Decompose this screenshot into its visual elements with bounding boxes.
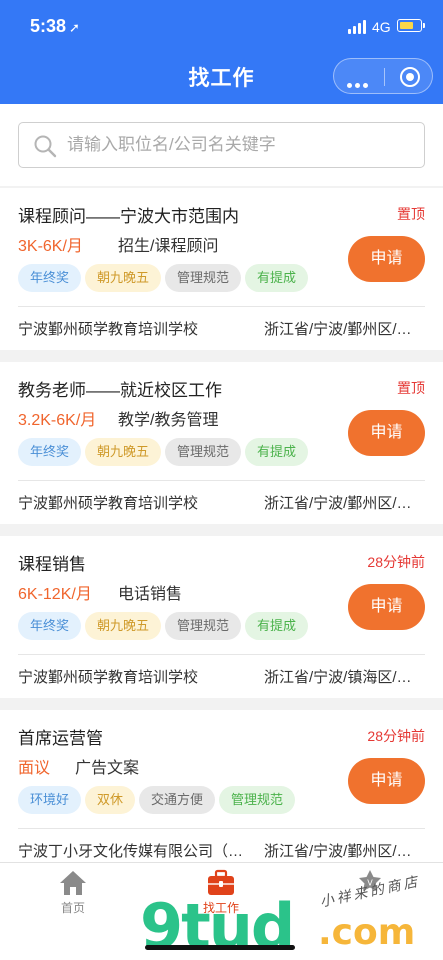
company-name: 宁波鄞州硕学教育培训学校 xyxy=(18,669,199,686)
apply-button[interactable]: 申请 xyxy=(348,758,425,804)
job-category: 电话销售 xyxy=(118,586,183,603)
job-tag: 管理规范 xyxy=(165,264,242,292)
search-input[interactable] xyxy=(67,123,407,167)
apply-button[interactable]: 申请 xyxy=(348,584,425,630)
job-category: 招生/课程顾问 xyxy=(118,238,219,255)
job-tag: 管理规范 xyxy=(165,612,242,640)
home-indicator xyxy=(145,945,295,950)
capsule-divider xyxy=(384,68,385,86)
network-type: 4G xyxy=(372,19,391,35)
job-location: 浙江省/宁波/鄞州区/… xyxy=(264,321,412,338)
time-text: 5:38 xyxy=(30,16,67,36)
job-tag: 管理规范 xyxy=(165,438,242,466)
job-tags: 年终奖 朝九晚五 管理规范 有提成 xyxy=(18,438,312,466)
job-tag: 双休 xyxy=(85,786,136,814)
job-tag: 有提成 xyxy=(245,612,309,640)
home-icon xyxy=(60,871,86,895)
job-salary: 3.2K-6K/月 xyxy=(18,412,97,429)
company-name: 宁波鄞州硕学教育培训学校 xyxy=(18,495,199,512)
location-arrow-icon: ➚ xyxy=(69,20,80,35)
job-tag: 管理规范 xyxy=(219,786,296,814)
job-tag: 年终奖 xyxy=(18,264,82,292)
company-name: 宁波鄞州硕学教育培训学校 xyxy=(18,321,199,338)
star-badge-icon: V xyxy=(359,870,381,891)
status-time: 5:38 ➚ xyxy=(30,16,80,37)
battery-icon xyxy=(397,19,425,32)
tab-label: 找工作 xyxy=(202,901,239,915)
tab-label: 首页 xyxy=(60,901,85,915)
more-dots-icon[interactable] xyxy=(347,75,371,93)
job-card[interactable]: 首席运营管 28分钟前 面议 广告文案 环境好 双休 交通方便 管理规范 申请 宁波丁… xyxy=(0,710,443,872)
job-salary: 面议 xyxy=(18,760,51,777)
job-tag: 年终奖 xyxy=(18,612,82,640)
job-category: 教学/教务管理 xyxy=(118,412,219,429)
company-name: 宁波丁小牙文化传媒有限公司（… xyxy=(18,843,244,860)
job-card[interactable]: 教务老师——就近校区工作 置顶 3.2K-6K/月 教学/教务管理 年终奖 朝九晚… xyxy=(0,362,443,524)
job-tag: 有提成 xyxy=(245,438,309,466)
job-tags: 年终奖 朝九晚五 管理规范 有提成 xyxy=(18,612,312,640)
job-title: 首席运营管 xyxy=(18,729,103,748)
mini-program-capsule xyxy=(333,58,433,94)
svg-text:V: V xyxy=(367,879,373,888)
header: 5:38 ➚ 4G 找工作 xyxy=(0,0,443,104)
card-divider xyxy=(18,828,425,829)
tab-find-job[interactable]: 找工作 xyxy=(171,869,271,916)
job-card[interactable]: 课程销售 28分钟前 6K-12K/月 电话销售 年终奖 朝九晚五 管理规范 有提成 … xyxy=(0,536,443,698)
tab-profile[interactable]: V xyxy=(320,869,420,899)
job-title: 课程顾问——宁波大市范围内 xyxy=(18,207,239,226)
card-divider xyxy=(18,480,425,481)
posted-time: 28分钟前 xyxy=(367,728,425,744)
job-title: 教务老师——就近校区工作 xyxy=(18,381,222,400)
job-tags: 年终奖 朝九晚五 管理规范 有提成 xyxy=(18,264,312,292)
job-tag: 朝九晚五 xyxy=(85,612,162,640)
pinned-badge: 置顶 xyxy=(397,380,425,396)
briefcase-icon xyxy=(208,869,234,895)
job-tag: 朝九晚五 xyxy=(85,438,162,466)
tab-home[interactable]: 首页 xyxy=(23,869,123,916)
job-salary: 6K-12K/月 xyxy=(18,586,92,603)
pinned-badge: 置顶 xyxy=(397,206,425,222)
job-location: 浙江省/宁波/鄞州区/… xyxy=(264,843,412,860)
job-location: 浙江省/宁波/镇海区/… xyxy=(264,669,412,686)
job-tags: 环境好 双休 交通方便 管理规范 xyxy=(18,786,299,814)
job-title: 课程销售 xyxy=(18,555,86,574)
search-section xyxy=(0,104,443,186)
apply-button[interactable]: 申请 xyxy=(348,410,425,456)
posted-time: 28分钟前 xyxy=(367,554,425,570)
target-circle-icon[interactable] xyxy=(400,67,420,87)
job-tag: 环境好 xyxy=(18,786,82,814)
job-tag: 有提成 xyxy=(245,264,309,292)
job-tag: 交通方便 xyxy=(139,786,216,814)
signal-icon xyxy=(348,20,368,34)
job-category: 广告文案 xyxy=(75,760,140,777)
status-bar: 5:38 ➚ 4G xyxy=(0,0,443,54)
job-location: 浙江省/宁波/鄞州区/… xyxy=(264,495,412,512)
card-divider xyxy=(18,654,425,655)
job-card[interactable]: 课程顾问——宁波大市范围内 置顶 3K-6K/月 招生/课程顾问 年终奖 朝九晚五… xyxy=(0,188,443,350)
job-salary: 3K-6K/月 xyxy=(18,238,83,255)
search-icon xyxy=(34,135,57,158)
card-divider xyxy=(18,306,425,307)
search-box[interactable] xyxy=(18,122,425,168)
job-tag: 朝九晚五 xyxy=(85,264,162,292)
apply-button[interactable]: 申请 xyxy=(348,236,425,282)
job-tag: 年终奖 xyxy=(18,438,82,466)
